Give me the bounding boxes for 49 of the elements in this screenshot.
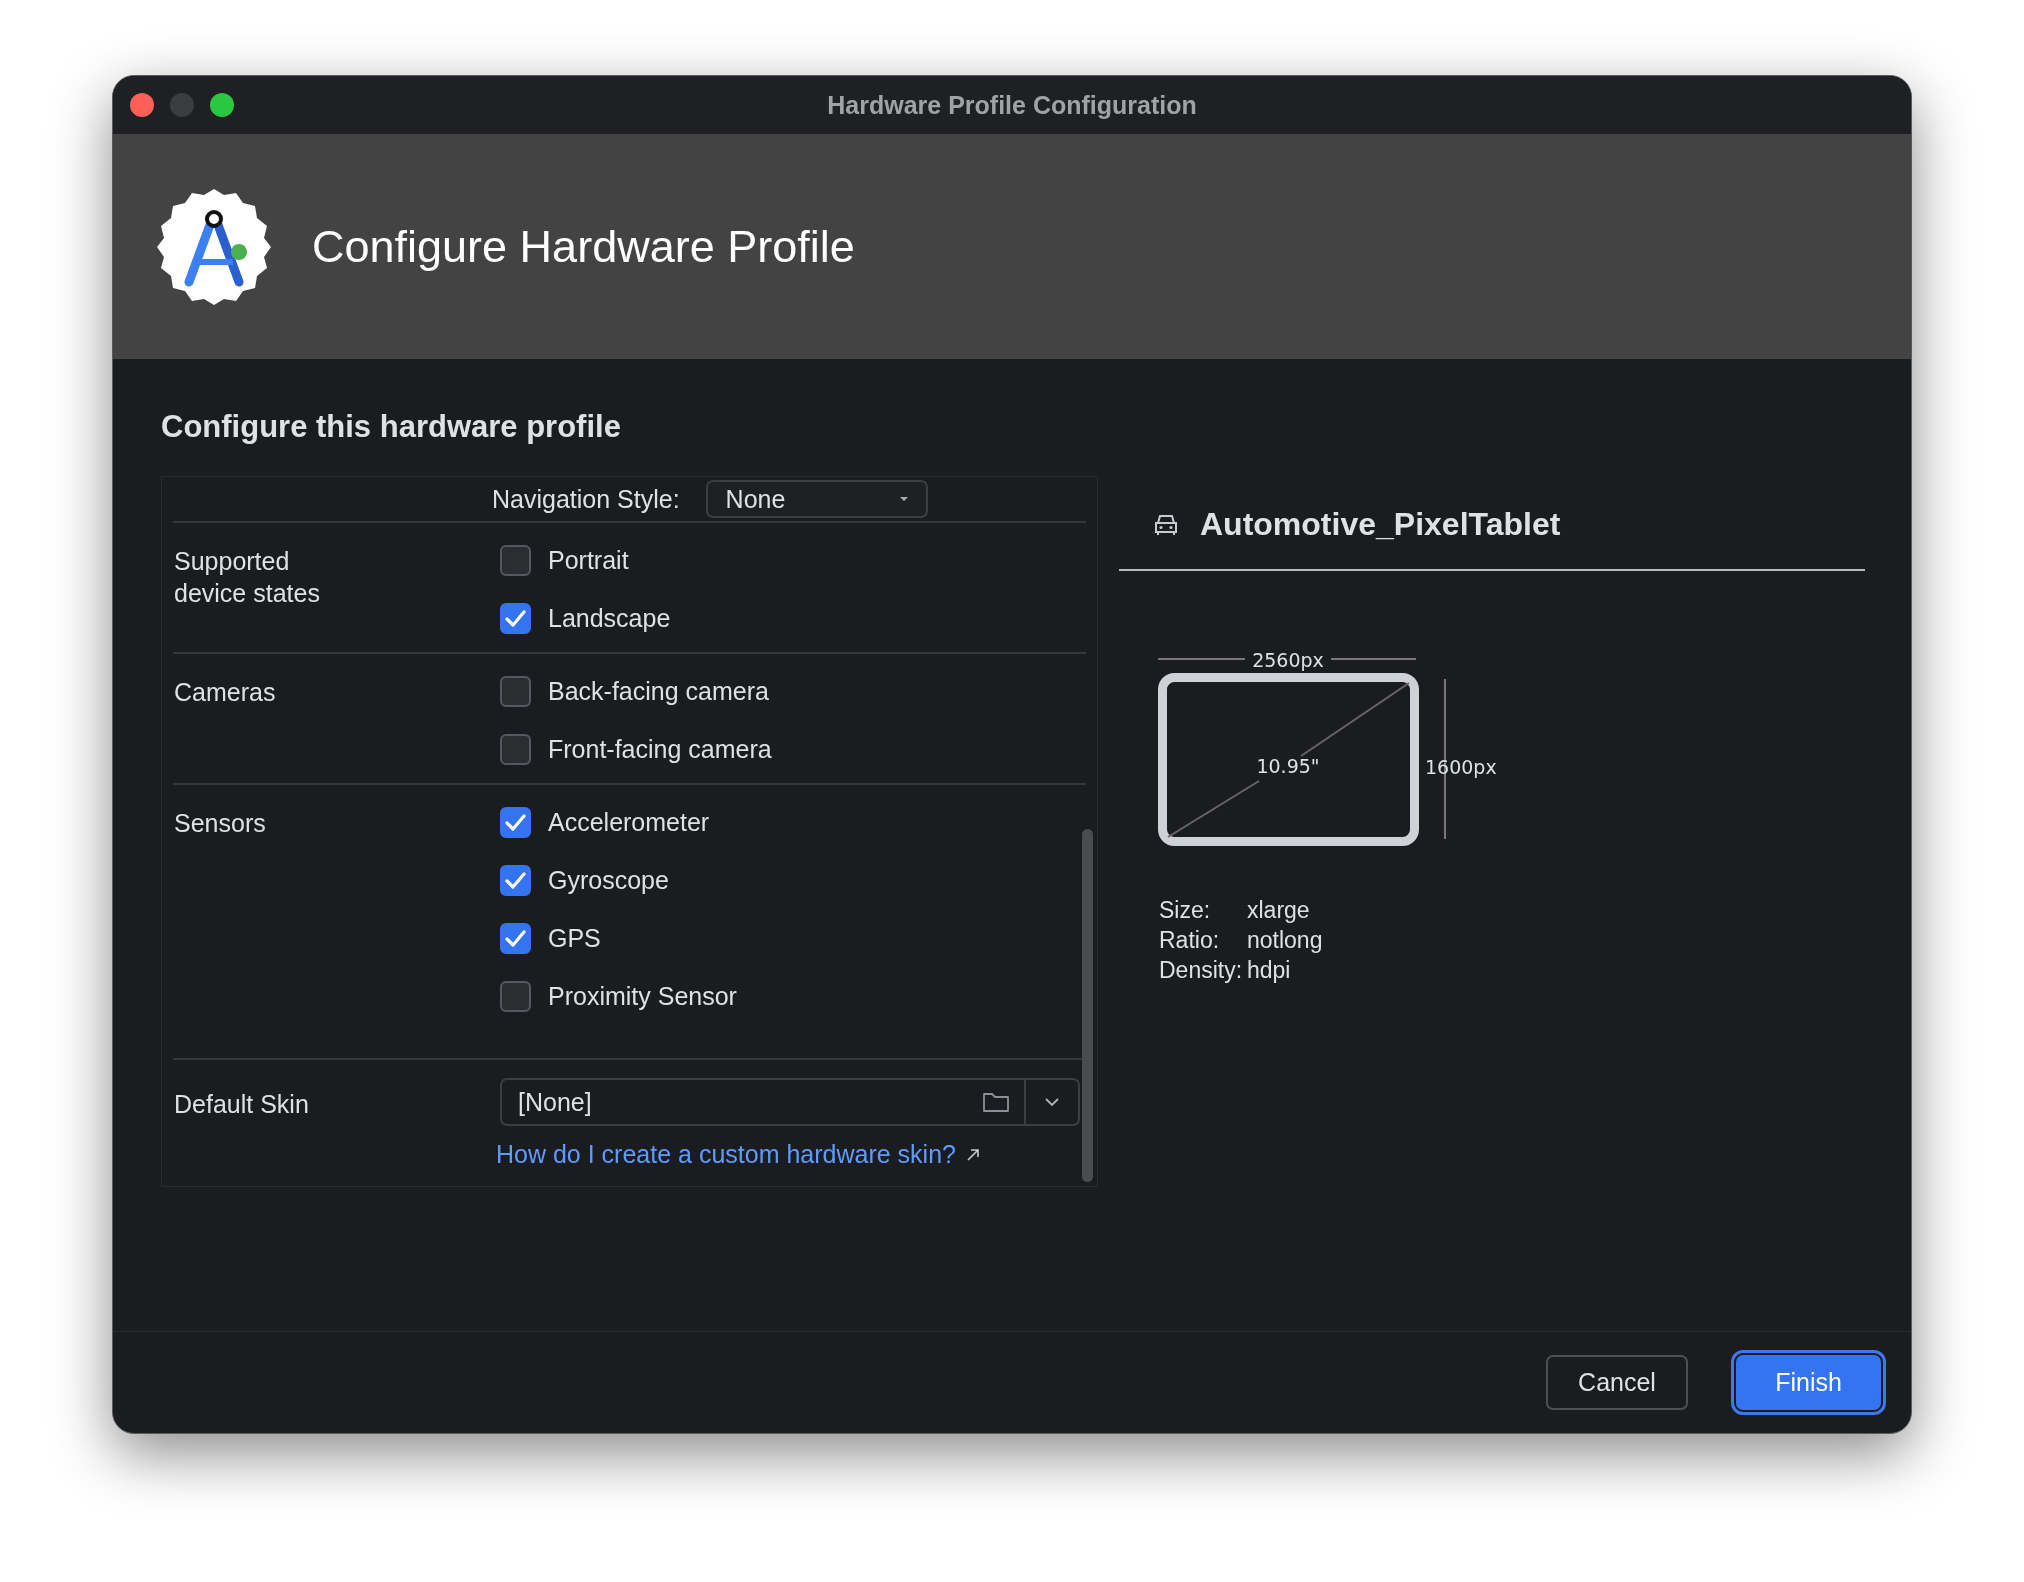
checkbox[interactable]: [500, 807, 531, 838]
checkbox-label: Front-facing camera: [548, 735, 772, 764]
checkbox[interactable]: [500, 923, 531, 954]
field-label: Supported device states: [173, 546, 321, 609]
field-label: Cameras: [173, 677, 277, 708]
checkbox-label: Proximity Sensor: [548, 982, 737, 1011]
zoom-button[interactable]: [210, 93, 234, 117]
checkmark-icon: [505, 610, 526, 627]
spec-value: notlong: [1247, 926, 1323, 955]
checkbox-label: Landscape: [548, 604, 671, 633]
dropdown[interactable]: None: [705, 480, 928, 518]
spec-label: Size:: [1159, 896, 1212, 925]
spec-value: xlarge: [1247, 896, 1310, 925]
external-link-icon: [965, 1147, 980, 1162]
checkmark-icon: [505, 930, 526, 947]
section-title: Configure this hardware profile: [161, 409, 622, 445]
height-label: 1600px: [1425, 756, 1497, 778]
chevron-down-icon[interactable]: [1044, 1097, 1060, 1107]
device-name: Automotive_PixelTablet: [1200, 506, 1561, 543]
checkbox-label: GPS: [548, 924, 601, 953]
checkbox[interactable]: [500, 545, 531, 576]
checkbox-label: Gyroscope: [548, 866, 669, 895]
spec-value: hdpi: [1247, 956, 1291, 985]
checkmark-icon: [505, 814, 526, 831]
checkbox[interactable]: [500, 734, 531, 765]
field-label: Sensors: [173, 808, 267, 839]
checkbox-label: Accelerometer: [548, 808, 710, 837]
field-label: Default Skin: [173, 1089, 310, 1120]
spec-label: Density:: [1159, 956, 1244, 985]
field-label: Navigation Style:: [492, 484, 680, 514]
checkbox-label: Portrait: [548, 546, 629, 575]
help-link[interactable]: How do I create a custom hardware skin?: [496, 1140, 980, 1169]
scrollbar-thumb[interactable]: [1082, 829, 1093, 1182]
checkbox-label: Back-facing camera: [548, 677, 769, 706]
checkmark-icon: [505, 872, 526, 889]
spec-label: Ratio:: [1159, 926, 1221, 955]
close-button[interactable]: [130, 93, 154, 117]
folder-icon[interactable]: [982, 1091, 1010, 1113]
checkbox[interactable]: [500, 865, 531, 896]
diagonal-label: 10.95": [1256, 755, 1320, 777]
checkbox[interactable]: [500, 676, 531, 707]
width-label: 2560px: [1252, 649, 1324, 671]
cancel-button[interactable]: Cancel: [1546, 1355, 1688, 1410]
checkbox[interactable]: [500, 981, 531, 1012]
checkbox[interactable]: [500, 603, 531, 634]
car-icon: [1153, 512, 1179, 537]
window-title: Hardware Profile Configuration: [827, 90, 1197, 120]
skin-dropdown[interactable]: [None]: [500, 1078, 1080, 1126]
dialog-heading: Configure Hardware Profile: [312, 220, 855, 273]
